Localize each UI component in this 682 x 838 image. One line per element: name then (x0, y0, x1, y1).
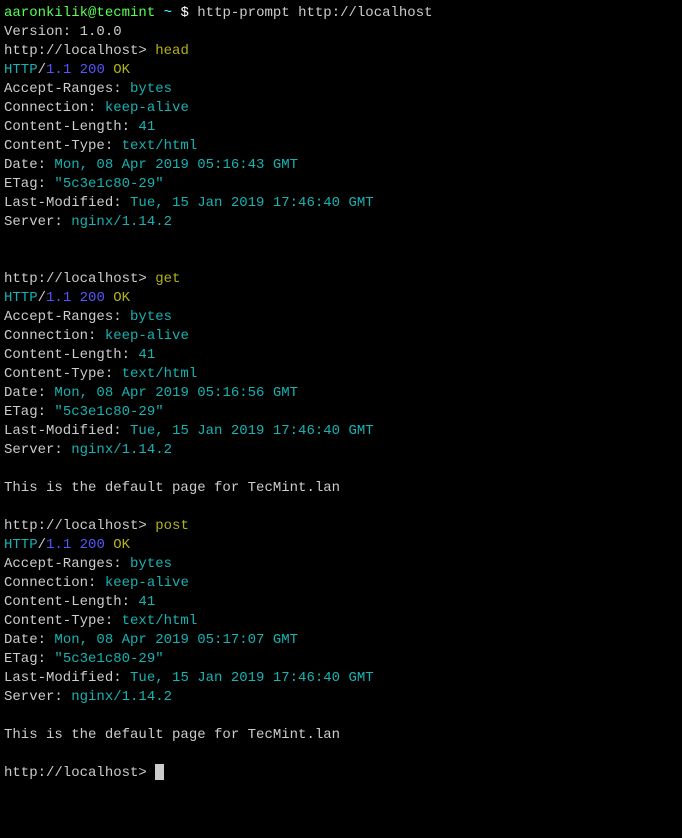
user-host: aaronkilik@tecmint (4, 5, 155, 21)
response-body: This is the default page for TecMint.lan (4, 479, 678, 498)
header-last-modified: Last-Modified: Tue, 15 Jan 2019 17:46:40… (4, 194, 678, 213)
status-line-get: HTTP/1.1 200 OK (4, 289, 678, 308)
header-server: Server: nginx/1.14.2 (4, 441, 678, 460)
blank-line (4, 232, 678, 251)
header-etag: ETag: "5c3e1c80-29" (4, 650, 678, 669)
header-connection: Connection: keep-alive (4, 327, 678, 346)
status-line-post: HTTP/1.1 200 OK (4, 536, 678, 555)
shell-path: ~ (155, 5, 180, 21)
shell-prompt-line: aaronkilik@tecmint ~ $ http-prompt http:… (4, 4, 678, 23)
header-content-type: Content-Type: text/html (4, 612, 678, 631)
prompt-get-line: http://localhost> get (4, 270, 678, 289)
header-date: Date: Mon, 08 Apr 2019 05:16:43 GMT (4, 156, 678, 175)
http-prompt-url: http://localhost> (4, 518, 155, 534)
header-content-type: Content-Type: text/html (4, 365, 678, 384)
header-content-length: Content-Length: 41 (4, 118, 678, 137)
version-line: Version: 1.0.0 (4, 23, 678, 42)
header-last-modified: Last-Modified: Tue, 15 Jan 2019 17:46:40… (4, 669, 678, 688)
header-connection: Connection: keep-alive (4, 574, 678, 593)
header-etag: ETag: "5c3e1c80-29" (4, 403, 678, 422)
blank-line (4, 707, 678, 726)
cmd-get: get (155, 271, 180, 287)
header-last-modified: Last-Modified: Tue, 15 Jan 2019 17:46:40… (4, 422, 678, 441)
header-content-length: Content-Length: 41 (4, 346, 678, 365)
header-date: Date: Mon, 08 Apr 2019 05:16:56 GMT (4, 384, 678, 403)
prompt-post-line: http://localhost> post (4, 517, 678, 536)
header-content-length: Content-Length: 41 (4, 593, 678, 612)
blank-line (4, 460, 678, 479)
blank-line (4, 251, 678, 270)
header-date: Date: Mon, 08 Apr 2019 05:17:07 GMT (4, 631, 678, 650)
shell-command: http-prompt http://localhost (197, 5, 432, 21)
header-accept-ranges: Accept-Ranges: bytes (4, 555, 678, 574)
header-content-type: Content-Type: text/html (4, 137, 678, 156)
header-server: Server: nginx/1.14.2 (4, 688, 678, 707)
header-etag: ETag: "5c3e1c80-29" (4, 175, 678, 194)
header-server: Server: nginx/1.14.2 (4, 213, 678, 232)
http-prompt-url: http://localhost> (4, 271, 155, 287)
blank-line (4, 498, 678, 517)
current-prompt-line[interactable]: http://localhost> (4, 764, 678, 783)
header-connection: Connection: keep-alive (4, 99, 678, 118)
http-prompt-url: http://localhost> (4, 765, 155, 781)
response-body: This is the default page for TecMint.lan (4, 726, 678, 745)
status-line-head: HTTP/1.1 200 OK (4, 61, 678, 80)
cursor-icon (155, 764, 164, 780)
prompt-symbol: $ (180, 5, 197, 21)
cmd-post: post (155, 518, 189, 534)
header-accept-ranges: Accept-Ranges: bytes (4, 308, 678, 327)
prompt-head-line: http://localhost> head (4, 42, 678, 61)
header-accept-ranges: Accept-Ranges: bytes (4, 80, 678, 99)
cmd-head: head (155, 43, 189, 59)
blank-line (4, 745, 678, 764)
http-prompt-url: http://localhost> (4, 43, 155, 59)
